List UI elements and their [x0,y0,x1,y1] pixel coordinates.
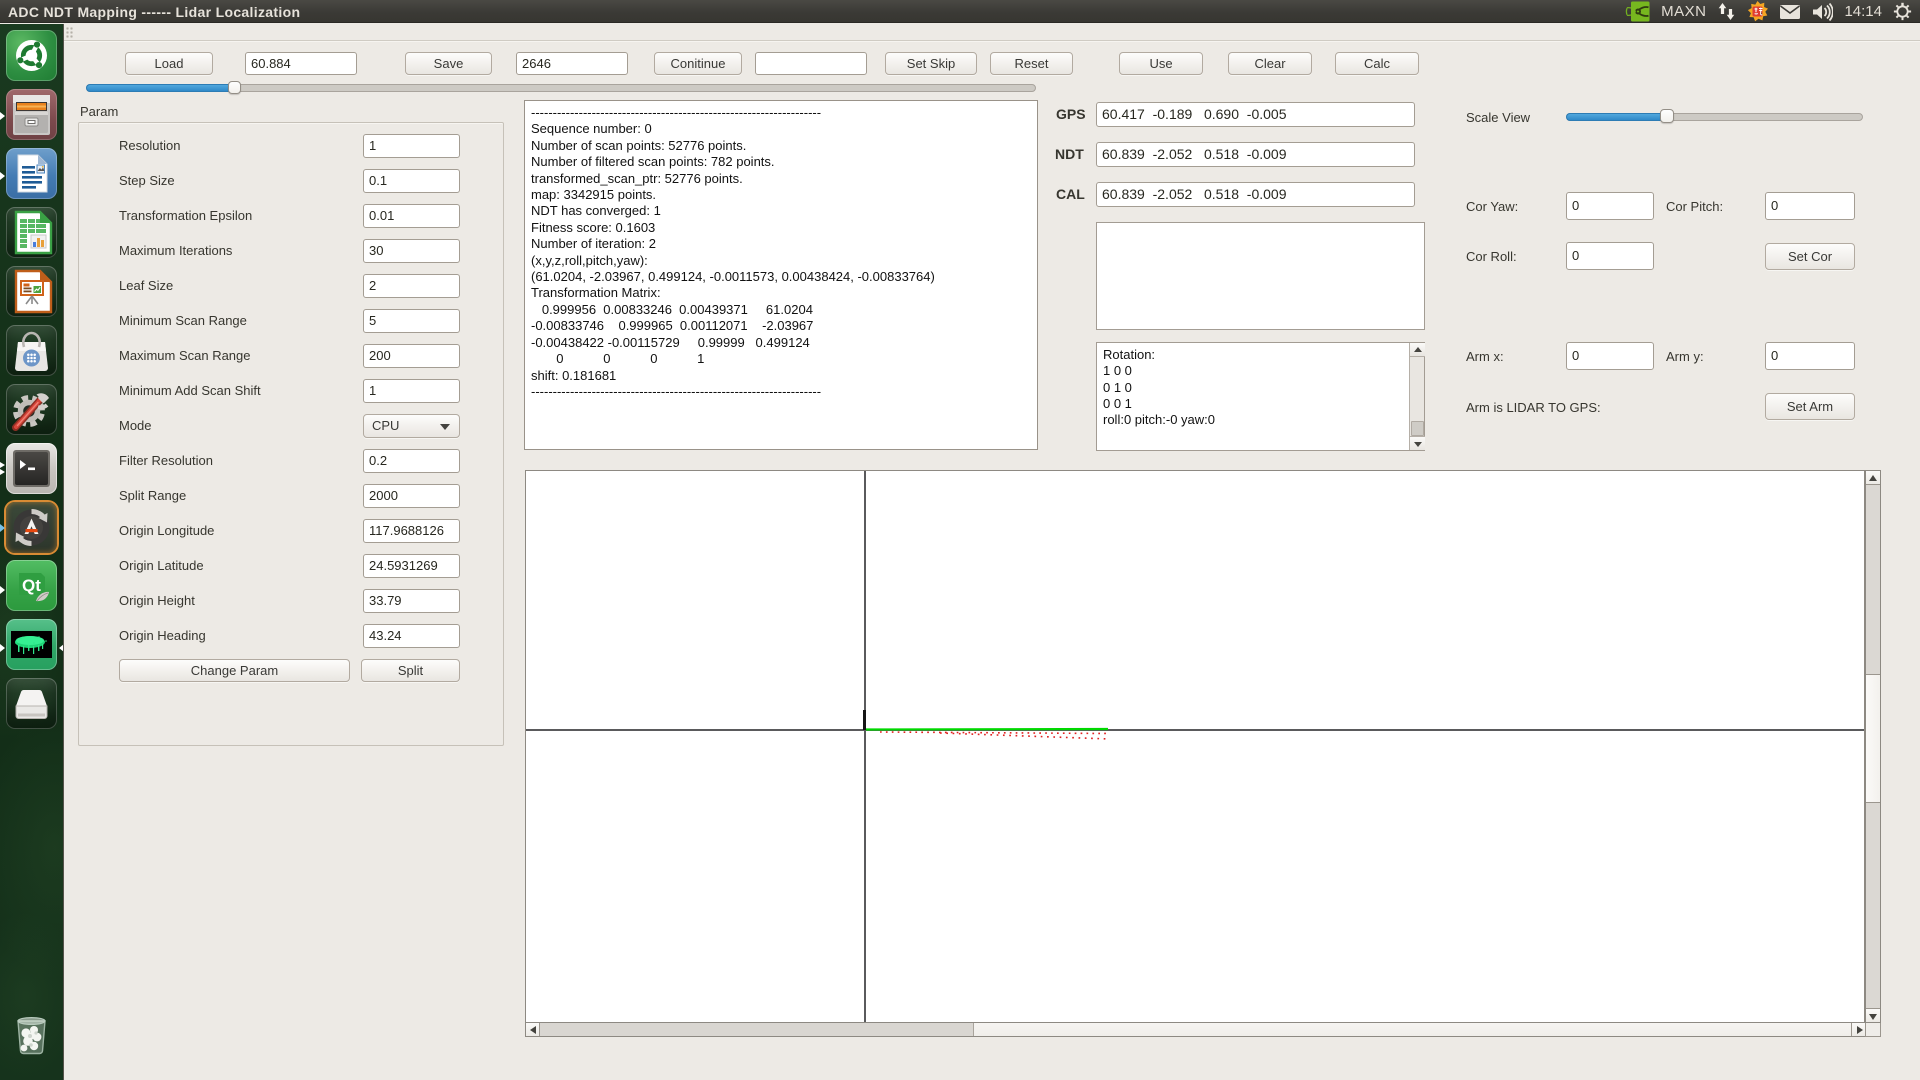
svg-text:Qt: Qt [22,576,41,595]
